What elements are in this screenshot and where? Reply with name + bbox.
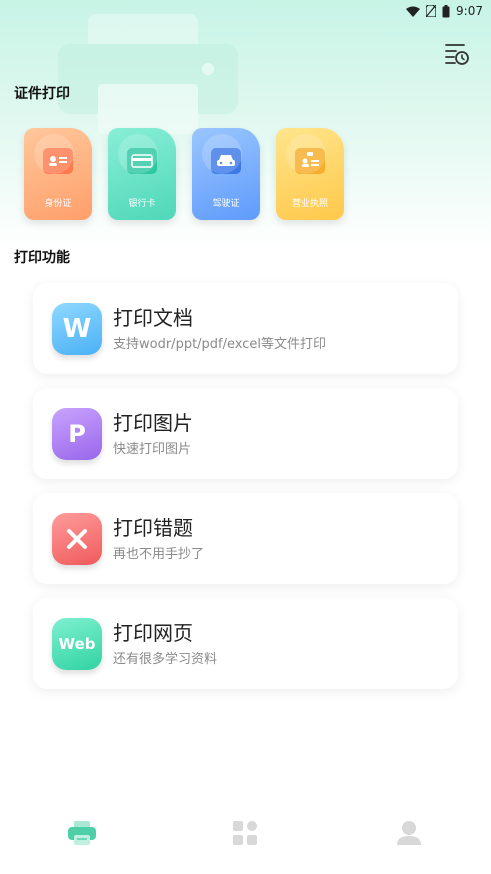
- card-label: 营业执照: [291, 199, 328, 209]
- word-document-icon: W: [52, 302, 102, 355]
- tab-profile[interactable]: [389, 816, 429, 850]
- web-icon: Web: [52, 617, 102, 670]
- print-mistakes-item[interactable]: 打印错题 再也不用手抄了: [33, 493, 458, 584]
- card-gloss: [286, 134, 326, 174]
- apps-icon: [233, 821, 258, 845]
- print-history-button[interactable]: [444, 42, 470, 66]
- print-webpage-item[interactable]: Web 打印网页 还有很多学习资料: [33, 598, 458, 689]
- card-gloss: [34, 134, 74, 174]
- status-bar: 9:07: [0, 0, 491, 22]
- business-license-button[interactable]: 营业执照: [276, 128, 344, 220]
- tab-print[interactable]: [62, 816, 102, 850]
- print-functions-title: 打印功能: [14, 250, 70, 266]
- card-label: 驾驶证: [212, 199, 240, 209]
- profile-icon: [397, 821, 422, 845]
- function-subtitle: 快速打印图片: [113, 442, 192, 457]
- picture-icon: P: [52, 407, 102, 460]
- history-list-icon: [445, 44, 469, 65]
- printer-illustration: [58, 14, 238, 134]
- status-time: 9:07: [456, 4, 483, 18]
- cross-icon: [52, 512, 102, 565]
- id-card-button[interactable]: 身份证: [24, 128, 92, 220]
- function-subtitle: 再也不用手抄了: [113, 547, 205, 562]
- function-title: 打印图片: [113, 411, 193, 435]
- driver-license-button[interactable]: 驾驶证: [192, 128, 260, 220]
- function-subtitle: 支持wodr/ppt/pdf/excel等文件打印: [113, 337, 326, 352]
- function-title: 打印文档: [113, 306, 193, 330]
- card-gloss: [202, 134, 242, 174]
- tab-apps[interactable]: [225, 816, 265, 850]
- print-image-item[interactable]: P 打印图片 快速打印图片: [33, 388, 458, 479]
- id-card-list: 身份证 银行卡 驾驶证 营业执照: [24, 128, 344, 220]
- printer-icon: [67, 821, 96, 845]
- id-print-title: 证件打印: [14, 86, 70, 102]
- bottom-tab-bar: [0, 808, 491, 858]
- function-title: 打印网页: [113, 621, 193, 645]
- function-title: 打印错题: [113, 516, 193, 540]
- card-label: 身份证: [44, 199, 72, 209]
- no-sim-icon: [426, 5, 437, 17]
- print-document-item[interactable]: W 打印文档 支持wodr/ppt/pdf/excel等文件打印: [33, 283, 458, 374]
- battery-icon: [442, 4, 450, 18]
- function-subtitle: 还有很多学习资料: [113, 652, 218, 667]
- card-label: 银行卡: [128, 199, 156, 209]
- print-function-list: W 打印文档 支持wodr/ppt/pdf/excel等文件打印 P 打印图片 …: [33, 283, 458, 703]
- bank-card-button[interactable]: 银行卡: [108, 128, 176, 220]
- wifi-icon: [406, 6, 421, 17]
- card-gloss: [118, 134, 158, 174]
